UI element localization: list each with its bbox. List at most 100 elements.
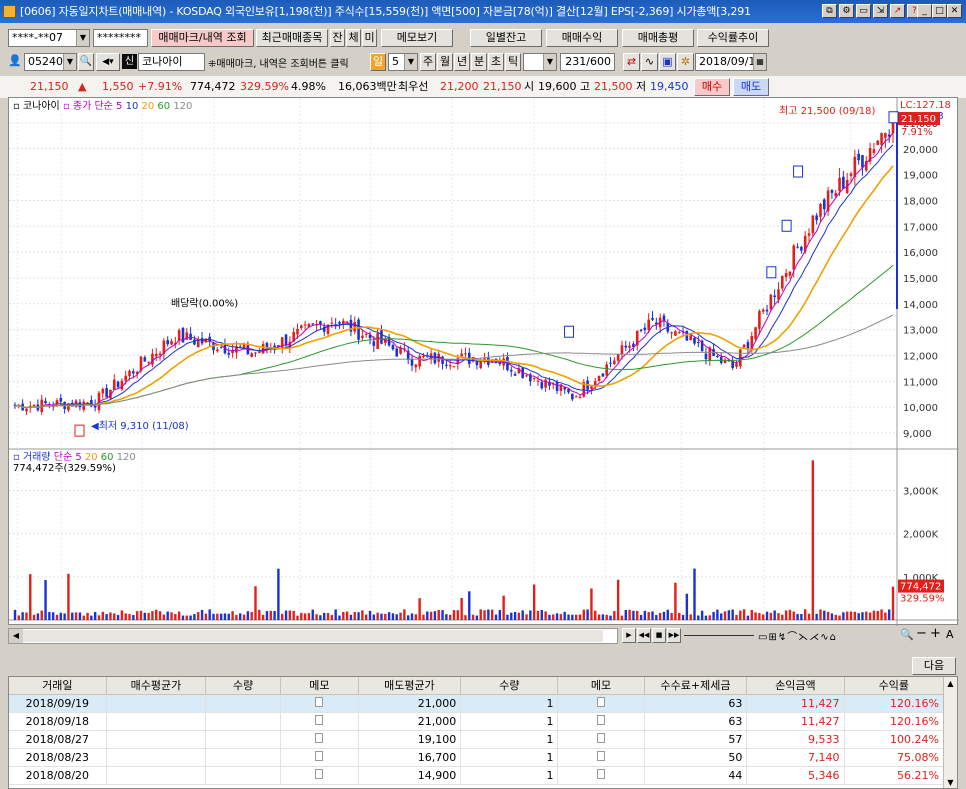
scroll-down-icon[interactable]: ▼ <box>944 776 957 788</box>
zoom-plus-icon[interactable]: + <box>930 626 941 641</box>
link-chart-icon[interactable]: ∿ <box>641 53 658 71</box>
table-scrollbar[interactable]: ▲ ▼ <box>943 677 957 788</box>
buy-button[interactable]: 매수 <box>694 78 730 96</box>
volume-bar <box>815 613 818 620</box>
column-header[interactable]: 매수평균가 <box>106 677 207 695</box>
column-header[interactable]: 메모 <box>557 677 645 695</box>
account-select[interactable]: ****-**07 ▼ <box>8 29 90 47</box>
period-minute-button[interactable]: 분 <box>471 53 487 71</box>
scroll-up-icon[interactable]: ▲ <box>944 677 957 691</box>
table-row[interactable]: 2018/08/23 16,700 1 50 7,140 75.08% <box>9 748 945 767</box>
scroll-thumb[interactable] <box>23 630 603 642</box>
chevron-down-icon[interactable]: ▼ <box>63 54 76 70</box>
volume-bar <box>636 610 639 620</box>
trade-mark-query-button[interactable]: 매매마크/내역 조회 <box>151 29 254 47</box>
period-day-button[interactable]: 일 <box>370 53 386 71</box>
memo-icon[interactable] <box>315 732 324 743</box>
forward-icon[interactable]: ▶▶ <box>667 628 681 643</box>
stock-name-field[interactable]: 코나아이 <box>138 53 205 71</box>
sell-button[interactable]: 매도 <box>733 78 769 96</box>
return-trend-button[interactable]: 수익률추이 <box>697 29 769 47</box>
high-annotation: 최고 21,500 (09/18) <box>779 105 875 117</box>
pin-icon[interactable]: ⇲ <box>873 4 888 18</box>
compare-icon[interactable]: ⇄ <box>623 53 640 71</box>
stock-code-field[interactable]: 052400 ▼ <box>24 53 77 71</box>
minimize-icon[interactable]: _ <box>917 4 932 18</box>
zoom-out-icon[interactable]: 🔍 <box>900 628 914 641</box>
save-icon[interactable]: ▣ <box>659 53 676 71</box>
app-window: [0606] 자동일지차트(매매내역) - KOSDAQ 외국인보유[1,198… <box>0 0 966 789</box>
table-row[interactable]: 2018/09/19 21,000 1 63 11,427 120.16% <box>9 694 945 713</box>
chevron-down-icon[interactable]: ▼ <box>404 54 417 70</box>
column-header[interactable]: 매도평균가 <box>358 677 462 695</box>
table-row[interactable]: 2018/08/27 19,100 1 57 9,533 100.24% <box>9 730 945 749</box>
chart-settings-icon[interactable]: ✲ <box>677 53 694 71</box>
stop-icon[interactable]: ■ <box>652 628 666 643</box>
next-button[interactable]: 다음 <box>912 657 956 675</box>
memo-icon[interactable] <box>315 696 324 707</box>
memo-icon[interactable] <box>315 750 324 761</box>
memo-icon[interactable] <box>315 714 324 725</box>
column-header[interactable]: 메모 <box>280 677 359 695</box>
period-second-button[interactable]: 초 <box>488 53 504 71</box>
chart-canvas[interactable]: 21,00020,00019,00018,00017,00016,00015,0… <box>9 98 959 636</box>
column-header[interactable]: 수량 <box>205 677 282 695</box>
volume-bar <box>319 615 322 620</box>
chevron-down-icon[interactable]: ▼ <box>543 54 556 70</box>
zoom-slider[interactable] <box>684 635 754 636</box>
zoom-minus-icon[interactable]: − <box>916 626 927 641</box>
executed-button[interactable]: 체 <box>346 29 361 47</box>
search-icon[interactable]: 🔍 <box>78 53 94 71</box>
column-header[interactable]: 수수료+제세금 <box>644 677 748 695</box>
rewind-icon[interactable]: ◀◀ <box>637 628 651 643</box>
memo-icon[interactable] <box>597 696 606 707</box>
column-header[interactable]: 수량 <box>460 677 559 695</box>
period-count-select[interactable]: 5 ▼ <box>388 53 418 71</box>
trade-profit-button[interactable]: 매매수익 <box>546 29 618 47</box>
link-icon[interactable]: ⧉ <box>822 4 837 18</box>
memo-view-button[interactable]: 메모보기 <box>381 29 453 47</box>
period-year-button[interactable]: 년 <box>454 53 470 71</box>
column-header[interactable]: 거래일 <box>9 677 107 695</box>
price-chart[interactable]: 21,00020,00019,00018,00017,00016,00015,0… <box>8 97 959 636</box>
memo-icon[interactable] <box>597 714 606 725</box>
settings-icon[interactable]: ⚙ <box>839 4 854 18</box>
trade-history-table[interactable]: 거래일 매수평균가 수량 메모 매도평균가 수량 메모 수수료+제세금 손익금액 수익률 2018… <box>8 676 958 789</box>
close-icon[interactable]: ✕ <box>947 4 962 18</box>
candle-body <box>112 379 116 390</box>
period-month-button[interactable]: 월 <box>437 53 453 71</box>
play-icon[interactable]: ▶ <box>622 628 636 643</box>
tick-interval-select[interactable]: ▼ <box>523 53 557 71</box>
unexecuted-button[interactable]: 미 <box>362 29 377 47</box>
memo-icon[interactable] <box>597 750 606 761</box>
table-row[interactable]: 2018/08/20 14,900 1 44 5,346 56.21% <box>9 766 945 785</box>
calendar-icon[interactable]: ▦ <box>753 54 766 70</box>
recent-trades-button[interactable]: 최근매매종목 <box>256 29 328 47</box>
auto-scale-icon[interactable]: A <box>946 628 954 641</box>
trade-summary-button[interactable]: 매매총평 <box>622 29 694 47</box>
data-count-field[interactable]: 231/600 <box>560 53 615 71</box>
drawing-tools-icon[interactable]: ▭⊞↯⌒⋋⋌∿⌂ <box>758 628 837 643</box>
balance-button[interactable]: 잔 <box>330 29 345 47</box>
maximize-icon[interactable]: □ <box>932 4 947 18</box>
password-field[interactable]: ******** <box>93 29 148 47</box>
user-icon[interactable]: 👤 <box>8 54 22 69</box>
window-layout-icon[interactable]: ▭ <box>856 4 871 18</box>
memo-icon[interactable] <box>315 768 324 779</box>
chart-scrollbar[interactable]: ◀ <box>8 628 618 644</box>
volume-bar <box>44 580 47 620</box>
scroll-left-icon[interactable]: ◀ <box>9 629 23 643</box>
speaker-icon[interactable]: ◀▾ <box>96 53 120 71</box>
period-week-button[interactable]: 주 <box>420 53 436 71</box>
period-tick-button[interactable]: 틱 <box>505 53 521 71</box>
memo-icon[interactable] <box>597 768 606 779</box>
column-header[interactable]: 손익금액 <box>746 677 845 695</box>
chevron-down-icon[interactable]: ▼ <box>76 30 89 46</box>
date-field[interactable]: 2018/09/18 ▦ <box>695 53 767 71</box>
table-row[interactable]: 2018/09/18 21,000 1 63 11,427 120.16% <box>9 712 945 731</box>
chart-tool-icon[interactable]: ↗ <box>890 4 905 18</box>
memo-icon[interactable] <box>597 732 606 743</box>
column-header[interactable]: 수익률 <box>844 677 945 695</box>
turnover-rate: 4.98% <box>291 80 326 93</box>
daily-balance-button[interactable]: 일별잔고 <box>470 29 542 47</box>
